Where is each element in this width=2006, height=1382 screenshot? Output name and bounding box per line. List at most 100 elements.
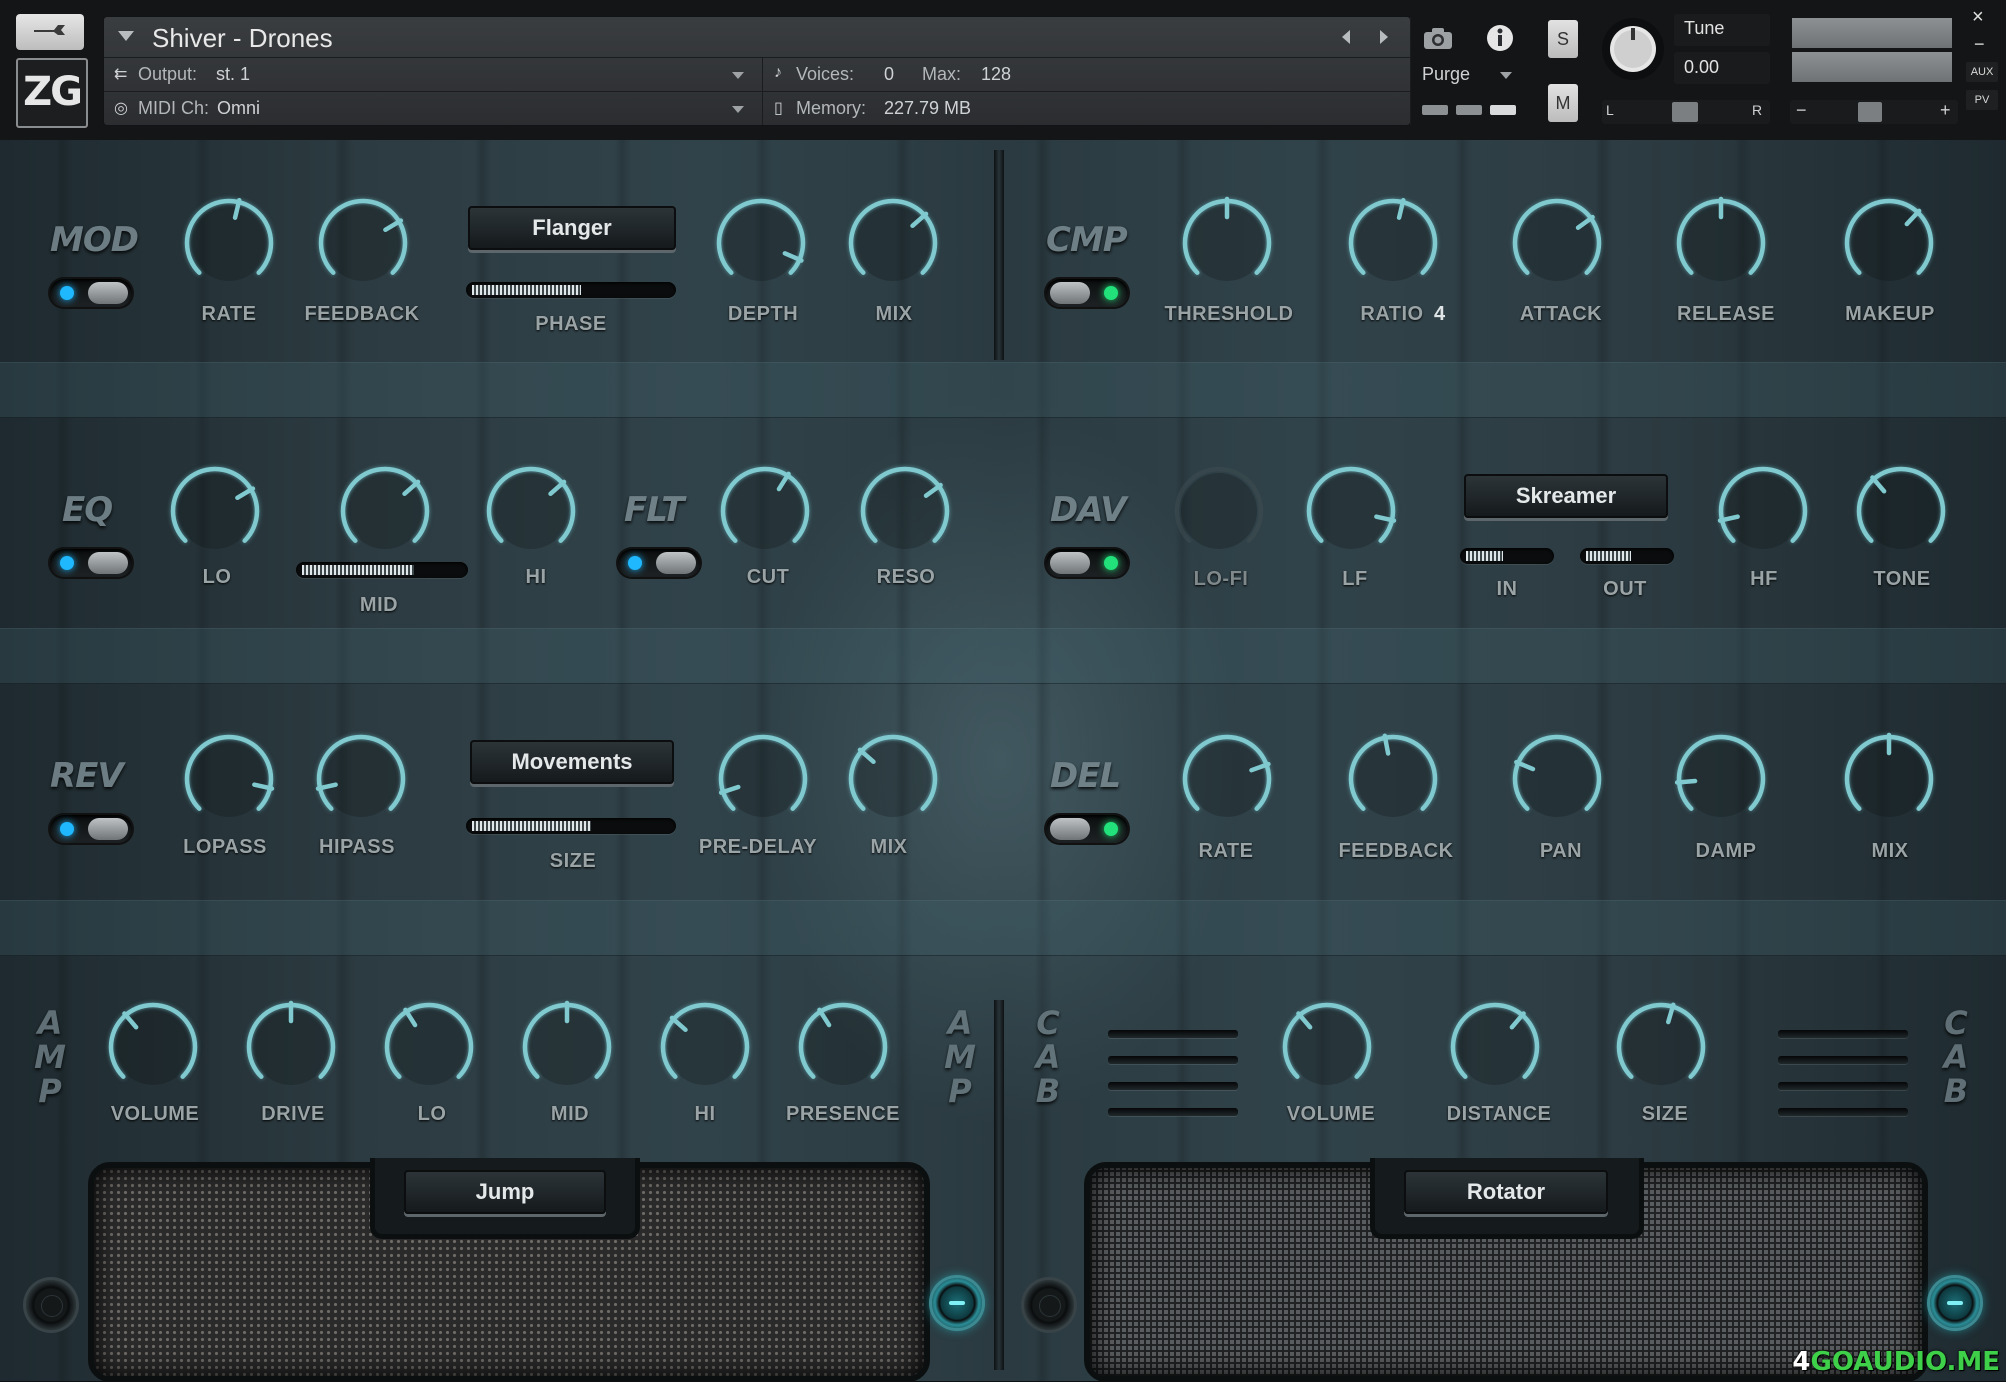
camera-icon[interactable] (1422, 25, 1454, 51)
rev-led (60, 822, 74, 836)
eq-toggle[interactable] (50, 549, 132, 577)
cab-active-button[interactable] (1930, 1278, 1980, 1328)
flt-reso-knob[interactable] (850, 456, 960, 571)
mod-phase-slider[interactable] (466, 282, 676, 298)
cmp-toggle[interactable] (1046, 279, 1128, 307)
eq-mid-knob[interactable] (330, 456, 440, 571)
max-voices-value[interactable]: 128 (981, 64, 1011, 85)
output-value[interactable]: st. 1 (216, 64, 250, 85)
eq-lo-label: LO (202, 566, 232, 588)
dav-hf-knob[interactable] (1708, 456, 1818, 571)
rev-size-slider[interactable] (466, 818, 676, 834)
cab-volume-knob[interactable] (1272, 992, 1382, 1107)
dav-effect-selector[interactable]: Skreamer (1464, 474, 1668, 518)
next-preset-icon[interactable] (1380, 30, 1388, 44)
knob-graphic (1674, 734, 1766, 817)
amp-lo-knob[interactable] (374, 992, 484, 1107)
midi-dropdown-icon[interactable] (732, 106, 744, 113)
purge-dropdown-icon[interactable] (1500, 72, 1512, 79)
rev-mix-label: MIX (870, 836, 908, 858)
purge-menu[interactable]: Purge (1422, 64, 1470, 85)
dav-hf-label: HF (1750, 568, 1778, 590)
mod-depth-knob[interactable] (706, 188, 816, 303)
mod-mix-knob[interactable] (838, 188, 948, 303)
cmp-ratio-label: RATIO (1360, 303, 1424, 325)
eq-hi-knob[interactable] (476, 456, 586, 571)
amp-letter: A (947, 1004, 973, 1042)
section-band (0, 628, 2006, 684)
pan-handle[interactable] (1672, 102, 1698, 122)
solo-button[interactable]: S (1548, 20, 1578, 58)
cmp-ratio-value: 4 (1434, 303, 1446, 325)
cmp-ratio-knob[interactable] (1338, 188, 1448, 303)
rev-lopass-knob[interactable] (174, 724, 284, 839)
rev-predelay-knob[interactable] (708, 724, 818, 839)
output-dropdown-icon[interactable] (732, 72, 744, 79)
wrench-button[interactable] (16, 14, 84, 50)
tune-knob[interactable] (1600, 16, 1666, 82)
mod-toggle[interactable] (50, 279, 132, 307)
rev-section-label: REV (50, 756, 124, 796)
prev-preset-icon[interactable] (1342, 30, 1350, 44)
close-icon[interactable]: × (1972, 6, 1984, 29)
amp-hi-knob[interactable] (650, 992, 760, 1107)
dav-lofi-knob[interactable] (1164, 456, 1274, 571)
cab-vertical-label-right: C A B (1936, 1006, 1976, 1108)
del-led (1104, 822, 1118, 836)
info-icon[interactable] (1486, 24, 1514, 52)
del-feedback-knob[interactable] (1338, 724, 1448, 839)
dav-out-slider[interactable] (1580, 548, 1674, 564)
amp-power-button[interactable] (26, 1280, 76, 1330)
dav-tone-knob[interactable] (1846, 456, 1956, 571)
cab-preset-selector[interactable]: Rotator (1404, 1170, 1608, 1214)
collapse-caret-icon[interactable] (118, 31, 134, 41)
minimize-icon[interactable]: − (1974, 34, 1985, 55)
cab-distance-knob[interactable] (1440, 992, 1550, 1107)
amp-drive-knob[interactable] (236, 992, 346, 1107)
amp-active-button[interactable] (932, 1278, 982, 1328)
del-damp-label: DAMP (1695, 840, 1757, 862)
del-damp-knob[interactable] (1666, 724, 1776, 839)
eq-section-label: EQ (62, 490, 113, 530)
cmp-makeup-knob[interactable] (1834, 188, 1944, 303)
cab-size-knob[interactable] (1606, 992, 1716, 1107)
instrument-info-panel: Shiver - Drones ⇇ Output: st. 1 ◎ MIDI C… (103, 16, 1516, 126)
amp-mid-knob[interactable] (512, 992, 622, 1107)
cmp-threshold-knob[interactable] (1172, 188, 1282, 303)
del-pan-knob[interactable] (1502, 724, 1612, 839)
aux-button[interactable]: AUX (1966, 62, 1998, 82)
amp-presence-knob[interactable] (788, 992, 898, 1107)
eq-lo-knob[interactable] (160, 456, 270, 571)
cab-power-button[interactable] (1024, 1280, 1074, 1330)
tune-value[interactable]: 0.00 (1684, 57, 1719, 78)
rev-toggle[interactable] (50, 815, 132, 843)
mod-rate-knob[interactable] (174, 188, 284, 303)
flt-cut-knob[interactable] (710, 456, 820, 571)
cmp-release-knob[interactable] (1666, 188, 1776, 303)
mod-effect-selector[interactable]: Flanger (468, 206, 676, 250)
midi-value[interactable]: Omni (217, 98, 260, 119)
memory-icon: ▯ (774, 100, 783, 117)
amp-letter: A (37, 1004, 63, 1042)
dav-toggle[interactable] (1046, 549, 1128, 577)
flt-led (628, 556, 642, 570)
cmp-attack-knob[interactable] (1502, 188, 1612, 303)
amp-volume-knob[interactable] (98, 992, 208, 1107)
flt-toggle[interactable] (618, 549, 700, 577)
amp-vertical-label-right: A M P (940, 1006, 980, 1108)
instrument-title[interactable]: Shiver - Drones (152, 23, 333, 54)
mute-button[interactable]: M (1548, 84, 1578, 122)
dav-lf-knob[interactable] (1296, 456, 1406, 571)
rev-effect-selector[interactable]: Movements (470, 740, 674, 784)
del-rate-knob[interactable] (1172, 724, 1282, 839)
pv-button[interactable]: PV (1966, 90, 1998, 110)
del-toggle[interactable] (1046, 815, 1128, 843)
volume-handle[interactable] (1858, 102, 1882, 122)
cmp-threshold-label: THRESHOLD (1164, 303, 1294, 325)
del-mix-knob[interactable] (1834, 724, 1944, 839)
mod-feedback-knob[interactable] (308, 188, 418, 303)
dav-in-slider[interactable] (1460, 548, 1554, 564)
amp-preset-selector[interactable]: Jump (404, 1170, 606, 1214)
rev-hipass-knob[interactable] (306, 724, 416, 839)
rev-mix-knob[interactable] (838, 724, 948, 839)
